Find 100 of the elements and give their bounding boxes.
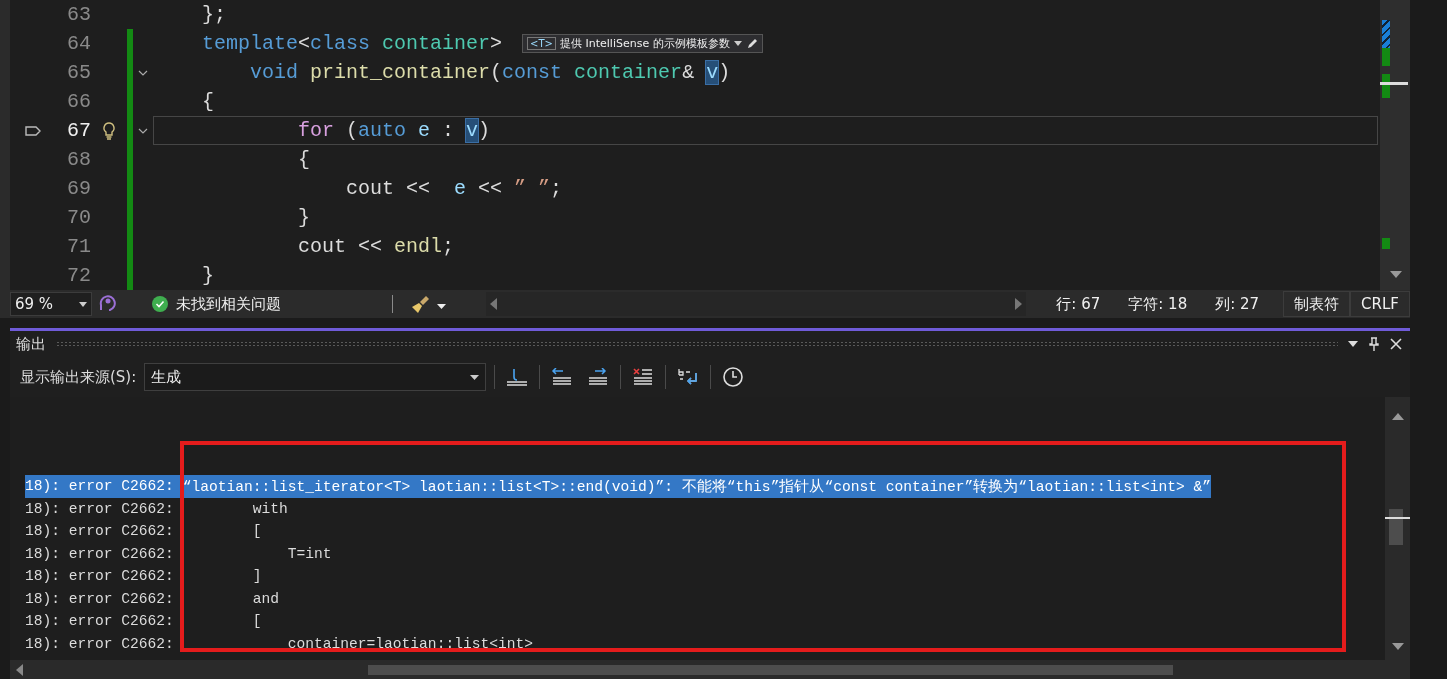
scroll-left-icon[interactable] [16, 663, 23, 676]
caret-icon [437, 304, 446, 309]
code-token: ; [550, 177, 563, 200]
error-message: with [251, 500, 288, 517]
scroll-up-icon[interactable] [1392, 413, 1404, 420]
error-prefix: 18): error C2662: [25, 545, 174, 562]
line-number: 65 [66, 61, 91, 84]
error-prefix: 18): error C2662: [25, 590, 174, 607]
code-token: e [417, 119, 431, 142]
code-token: class [310, 32, 371, 55]
check-circle-icon [152, 296, 168, 312]
cursor-position[interactable]: 列: 27 [1215, 294, 1260, 314]
close-icon[interactable] [1390, 338, 1402, 350]
fold-chevron-icon[interactable] [138, 69, 148, 76]
error-prefix: 18): error C2662: [25, 478, 174, 495]
code-token: < [298, 32, 311, 55]
code-token: cout << [297, 235, 384, 258]
error-message: and [251, 590, 279, 607]
code-token: ) [478, 119, 491, 142]
line-number: 70 [66, 206, 91, 229]
fold-chevron-icon[interactable] [138, 127, 148, 134]
scroll-down-icon[interactable] [1392, 643, 1404, 650]
scroll-down-icon[interactable] [1390, 271, 1402, 278]
pin-icon[interactable] [1368, 337, 1380, 351]
code-token: for [297, 119, 335, 142]
horizontal-scrollbar[interactable] [10, 660, 1410, 679]
caret-icon [733, 41, 742, 46]
scroll-thumb[interactable] [368, 664, 1173, 675]
head-icon[interactable] [98, 293, 116, 311]
source-dropdown[interactable]: 生成 [144, 363, 487, 391]
caret-icon[interactable] [1348, 341, 1358, 347]
code-token: cout << [345, 177, 432, 200]
code-token: { [201, 90, 214, 113]
brush-icon[interactable] [411, 294, 431, 314]
code-token: ) [718, 61, 731, 84]
code-token: ( [345, 119, 359, 142]
code-token: } [201, 264, 214, 287]
line-number: 69 [66, 177, 91, 200]
line-number: 67 [66, 119, 91, 142]
change-marker [1382, 48, 1390, 66]
error-prefix: 18): error C2662: [25, 500, 174, 517]
panel-title: 输出 [16, 334, 46, 354]
error-prefix: 18): error C2662: [25, 523, 174, 540]
scroll-right-icon[interactable] [1015, 298, 1023, 310]
code-token: void [249, 61, 299, 84]
line-ending[interactable]: CRLF [1350, 291, 1410, 317]
line-number: 72 [66, 264, 91, 287]
cursor-position[interactable]: 字符: 18 [1128, 294, 1188, 314]
code-token: ” ” [514, 177, 551, 200]
line-number: 71 [66, 235, 91, 258]
code-token: const [502, 61, 563, 84]
intellisense-hint[interactable]: <T> 提供 IntelliSense 的示例模板参数 [522, 34, 763, 53]
line-number: 66 [66, 90, 91, 113]
current-line-marker-icon [24, 125, 41, 136]
error-message: container=laotian::list<int> [286, 635, 533, 652]
code-token: auto [358, 119, 407, 142]
selection-marker [1382, 20, 1390, 48]
caret-line [1380, 82, 1408, 85]
code-token: ; [442, 235, 455, 258]
clear-lines-icon [632, 368, 655, 386]
caret-icon [470, 374, 480, 380]
vertical-scrollbar[interactable] [1380, 0, 1410, 290]
left-arrow-lines-icon [551, 368, 574, 386]
code-token: v [706, 61, 719, 84]
clock-icon [722, 366, 745, 388]
change-marker [1382, 238, 1390, 249]
zoom-dropdown[interactable]: 69 % [10, 292, 92, 316]
indent-mode[interactable]: 制表符 [1283, 291, 1351, 317]
line-number: 63 [66, 3, 91, 26]
error-prefix: 18): error C2662: [25, 613, 174, 630]
error-message: “laotian::list_iterator<T> laotian::list<T>::end(void)”: 不能将“this”指针从“const container”转换为“laotian::list<int> &” [182, 477, 1211, 496]
error-message: [ [251, 523, 262, 540]
error-prefix: 18): error C2662: [25, 635, 174, 652]
error-prefix: 18): error C2662: [25, 568, 174, 585]
code-token: { [297, 148, 311, 171]
code-token: container [381, 32, 491, 55]
vertical-scrollbar[interactable] [1385, 397, 1410, 660]
source-label: 显示输出来源(S): [20, 367, 137, 387]
right-arrow-lines-icon [587, 368, 610, 386]
scroll-thumb[interactable] [1385, 509, 1410, 545]
code-token: ( [490, 61, 503, 84]
line-number: 64 [66, 32, 91, 55]
word-wrap-icon [677, 367, 700, 387]
code-token: v [466, 119, 479, 142]
code-token: : [441, 119, 456, 142]
code-token: e [454, 177, 467, 200]
issues-status[interactable]: 未找到相关问题 [176, 294, 281, 314]
error-message: ] [251, 568, 262, 585]
scroll-left-icon[interactable] [490, 298, 497, 310]
pencil-icon [745, 37, 758, 50]
code-token: > [490, 32, 503, 55]
horizontal-scrollbar[interactable] [486, 292, 1027, 316]
line-number: 68 [66, 148, 91, 171]
lightbulb-icon[interactable] [102, 121, 116, 140]
code-token: print_container [309, 61, 491, 84]
code-token: }; [201, 3, 226, 26]
caret-icon [79, 301, 87, 307]
code-token: } [297, 206, 311, 229]
error-message: T=int [286, 545, 332, 562]
cursor-position[interactable]: 行: 67 [1056, 294, 1101, 314]
